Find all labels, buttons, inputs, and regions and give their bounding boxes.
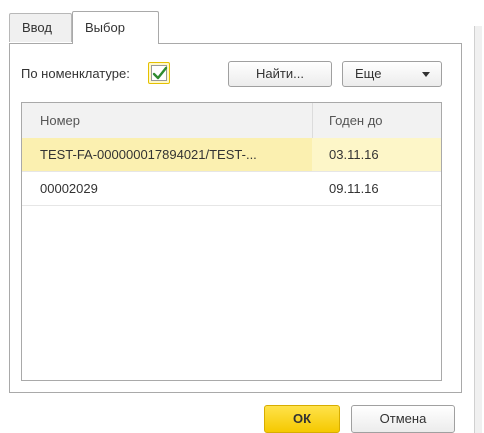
table-row[interactable]: TEST-FA-000000017894021/TEST-... 03.11.1… <box>22 138 441 172</box>
column-header-number[interactable]: Номер <box>40 103 80 138</box>
cell-number: TEST-FA-000000017894021/TEST-... <box>40 147 257 162</box>
table-row[interactable]: 00002029 09.11.16 <box>22 172 441 206</box>
ok-button[interactable]: ОК <box>264 405 340 433</box>
more-button-label: Еще <box>355 66 382 81</box>
nomenclature-checkbox[interactable] <box>148 62 170 84</box>
more-button[interactable]: Еще <box>342 61 442 87</box>
cell-expiry: 03.11.16 <box>312 138 441 171</box>
tab-selection[interactable]: Выбор <box>72 11 159 44</box>
chevron-down-icon <box>422 72 430 77</box>
tab-input[interactable]: Ввод <box>9 13 72 42</box>
filter-label: По номенклатуре: <box>21 66 130 81</box>
find-button[interactable]: Найти... <box>228 61 332 87</box>
cancel-button[interactable]: Отмена <box>351 405 455 433</box>
table-header: Номер Годен до <box>22 103 441 139</box>
scrollbar[interactable] <box>474 26 482 433</box>
column-divider <box>312 103 313 138</box>
checkmark-icon <box>152 66 168 80</box>
batch-table: Номер Годен до TEST-FA-000000017894021/T… <box>21 102 442 381</box>
column-header-expiry[interactable]: Годен до <box>329 103 383 138</box>
cell-number: 00002029 <box>40 181 98 196</box>
cell-expiry: 09.11.16 <box>329 181 379 196</box>
